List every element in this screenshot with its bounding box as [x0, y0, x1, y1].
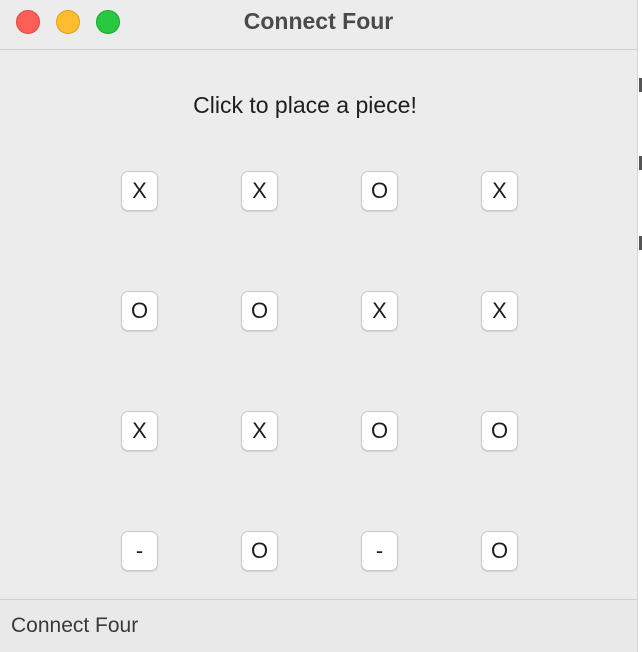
board-cell-r2-c2[interactable]: O: [241, 291, 278, 331]
board-cell-r1-c1[interactable]: X: [121, 171, 158, 211]
board-cell-r1-c4[interactable]: X: [481, 171, 518, 211]
status-text: Connect Four: [11, 614, 139, 637]
board-cell-r4-c1[interactable]: -: [121, 531, 158, 571]
status-bar: Connect Four: [0, 599, 637, 652]
board-cell-r4-c2[interactable]: O: [241, 531, 278, 571]
instruction-label: Click to place a piece!: [193, 92, 417, 118]
board-cell-r2-c3[interactable]: X: [361, 291, 398, 331]
board-cell-r1-c2[interactable]: X: [241, 171, 278, 211]
board-cell-r1-c3[interactable]: O: [361, 171, 398, 211]
board-cell-r4-c4[interactable]: O: [481, 531, 518, 571]
board-cell-r3-c2[interactable]: X: [241, 411, 278, 451]
board-cell-r2-c1[interactable]: O: [121, 291, 158, 331]
board-cell-r3-c3[interactable]: O: [361, 411, 398, 451]
board-cell-r2-c4[interactable]: X: [481, 291, 518, 331]
window-title: Connect Four: [243, 8, 394, 34]
app-window: Connect Four Click to place a piece! X X O…: [0, 0, 638, 652]
game-board: X X O X O O X X X X O O - O - O: [121, 171, 521, 571]
board-cell-r3-c4[interactable]: O: [481, 411, 518, 451]
title-bar: Connect Four: [0, 0, 637, 50]
main-content: Click to place a piece! X X O X O O X X X X O O - O - O: [0, 50, 637, 599]
board-cell-r4-c3[interactable]: -: [361, 531, 398, 571]
board-cell-r3-c1[interactable]: X: [121, 411, 158, 451]
